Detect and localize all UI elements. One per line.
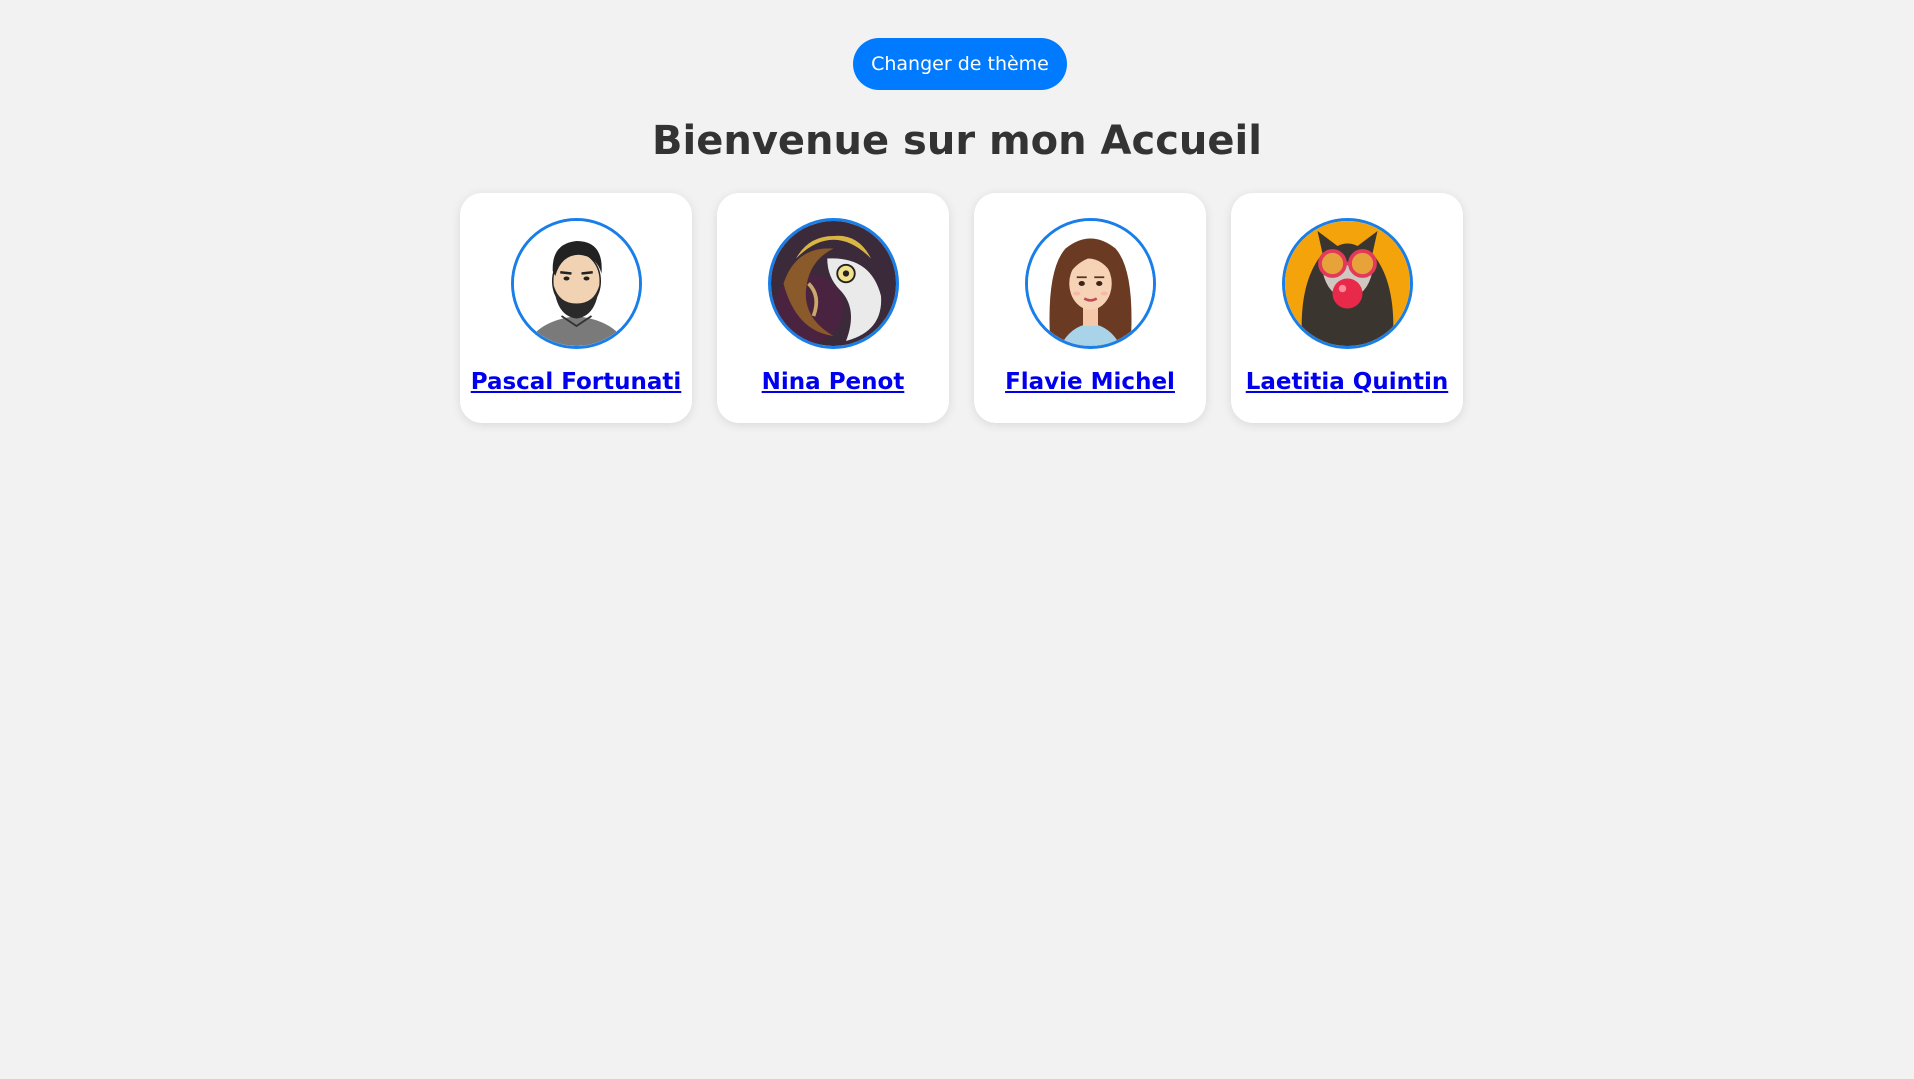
change-theme-button[interactable]: Changer de thème [853, 38, 1067, 90]
profile-card: Pascal Fortunati [460, 193, 692, 423]
woman-avatar-icon [1027, 221, 1153, 346]
page-title: Bienvenue sur mon Accueil [652, 118, 1262, 164]
profile-link[interactable]: Laetitia Quintin [1246, 369, 1449, 395]
avatar-pascal-fortunati[interactable] [510, 218, 642, 349]
profile-link[interactable]: Nina Penot [762, 369, 905, 395]
page: Changer de thème Bienvenue sur mon Accue… [0, 0, 1914, 1079]
profile-link[interactable]: Pascal Fortunati [471, 369, 682, 395]
mythical-creature-avatar-icon [770, 221, 896, 346]
avatar-nina-penot[interactable] [767, 218, 899, 349]
profile-card: Laetitia Quintin [1231, 193, 1463, 423]
profile-cards: Pascal Fortunati Nina Penot Flavie Miche… [460, 193, 1463, 423]
raccoon-avatar-icon [1284, 221, 1410, 346]
avatar-laetitia-quintin[interactable] [1281, 218, 1413, 349]
bearded-man-avatar-icon [513, 221, 639, 346]
profile-card: Flavie Michel [974, 193, 1206, 423]
profile-link[interactable]: Flavie Michel [1005, 369, 1175, 395]
avatar-flavie-michel[interactable] [1024, 218, 1156, 349]
profile-card: Nina Penot [717, 193, 949, 423]
